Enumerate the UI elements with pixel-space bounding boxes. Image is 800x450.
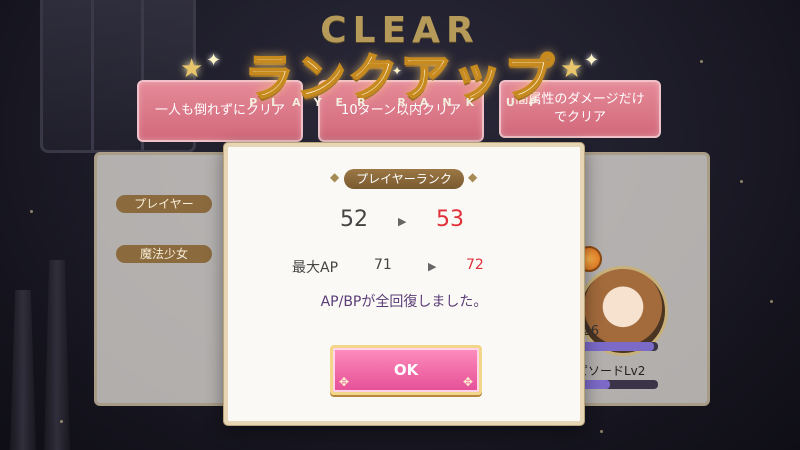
recover-message: AP/BPが全回復しました。: [320, 294, 488, 310]
magical-girl-label: 魔法少女: [116, 245, 212, 263]
diamond-ornament-icon: ◆: [468, 170, 478, 184]
ornament-icon: ✥: [339, 375, 350, 389]
ap-old-value: 71: [374, 257, 392, 273]
battle-result-scene: 一人も倒れずにクリア 10ターン以内クリア 闇属性のダメージだけでクリア CLE…: [0, 0, 800, 450]
ap-new-value: 72: [466, 257, 484, 273]
episode-label: ピソードLv2: [576, 364, 646, 378]
star-icon: ★: [560, 54, 584, 84]
ok-label: OK: [393, 361, 419, 379]
max-ap-label: 最大AP: [292, 260, 339, 276]
sparkle-icon: ✦: [584, 50, 600, 71]
sparkle-dot: [740, 180, 743, 183]
level-number: 26: [582, 324, 600, 339]
ok-button[interactable]: ✥ OK ✥: [330, 345, 482, 395]
player-rank-header: プレイヤーランク: [344, 169, 464, 189]
sparkle-icon: ✦: [392, 64, 403, 78]
sparkle-dot: [30, 210, 33, 213]
player-label: プレイヤー: [116, 195, 212, 213]
rank-new-value: 53: [436, 207, 464, 232]
ornament-icon: ✥: [462, 375, 473, 389]
sparkle-dot: [600, 430, 603, 433]
background-pillar: [44, 260, 70, 450]
arrow-right-icon: ▶: [398, 215, 407, 228]
sparkle-dot: [770, 300, 773, 303]
sparkle-dot: [60, 420, 63, 423]
star-icon: ★: [180, 54, 204, 84]
diamond-ornament-icon: ◆: [330, 170, 340, 184]
rank-up-dialog: ◆ プレイヤーランク ◆ 52 ▶ 53 最大AP 71 ▶ 72 AP/BPが…: [224, 143, 584, 425]
background-pillar: [10, 290, 36, 450]
rank-old-value: 52: [340, 207, 368, 232]
player-rank-up-subtitle: PLAYER RANK UP: [249, 96, 551, 109]
arrow-right-icon: ▶: [428, 260, 437, 273]
sparkle-icon: ✦: [206, 50, 222, 71]
